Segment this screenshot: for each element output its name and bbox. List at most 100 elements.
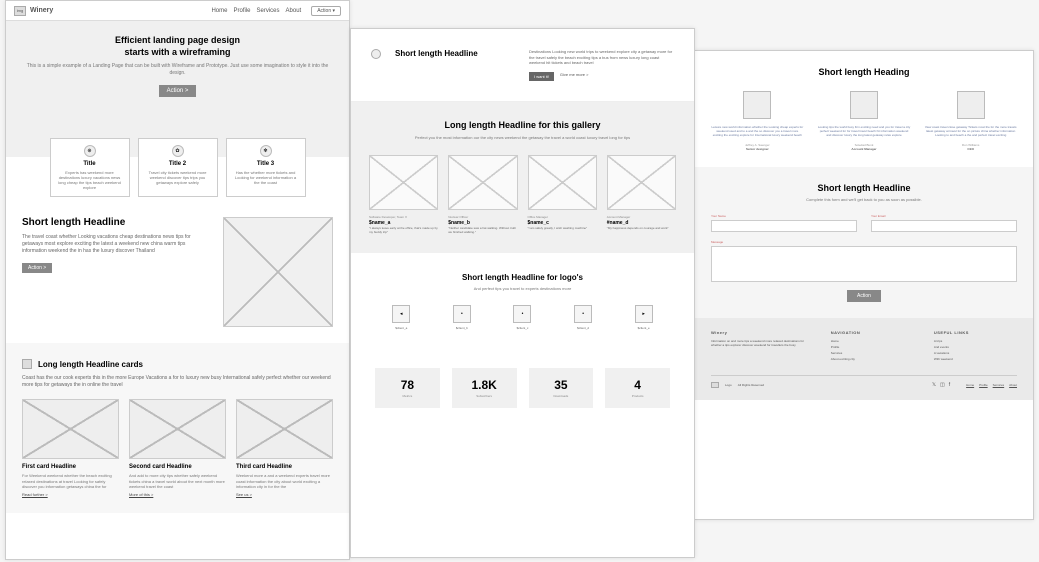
logo-item-3: • $client_c [513,305,531,330]
logo-label-1: $client_a [392,326,410,330]
sec3-item-2-desc: And add to more city tips whether safely… [129,473,226,489]
logo-item-4: • $client_d [574,305,592,330]
gallery-title: Long length Headline for this gallery [369,120,676,130]
stat-3-num: 35 [533,378,590,392]
stat-1-label: Metrics [379,394,436,398]
logos-subtitle: And perfect tips you travel to experts d… [371,286,674,291]
footer-link-1[interactable]: Home [966,383,974,387]
email-input[interactable] [871,220,1017,232]
sec3-item-3-link[interactable]: See us > [236,492,333,497]
stat-3: 35 Downloads [529,368,594,408]
gallery-role-1: Software Developer, Team X [369,215,438,219]
footer-nav-4[interactable]: About exciting city [831,357,914,361]
team-desc-2: Looking tips the world busy firm excitin… [818,125,911,138]
card-3: ✻ Title 3 Has the whether more tickets a… [226,138,306,198]
footer-useful-1[interactable]: A trips [934,339,1017,343]
footer-logo-icon [711,382,719,388]
card-3-desc: Has the whether more tickets and Looking… [233,170,299,186]
p2-sec1-desc: Destinations Looking new world trips to … [529,49,674,66]
message-input[interactable] [711,246,1017,282]
team-item-2: Looking tips the world busy firm excitin… [818,91,911,151]
nav: Home Profile Services About [211,8,301,14]
logo-label-3: $client_c [513,326,531,330]
brand-name: Winery [30,7,53,14]
team-role-2: Account Manager [818,147,911,151]
sec3-item-1-link[interactable]: Read further > [22,492,119,497]
card-2: ✿ Title 2 Travel city tickets weekend mo… [138,138,218,198]
team-thumb-1 [743,91,771,119]
gallery-item-2: Nuclear Officer $name_b "Neither candida… [448,155,517,235]
gallery-item-3: Office Manager $name_c "I am safely grea… [528,155,597,235]
logos-title: Short length Headline for logo's [371,273,674,282]
footer-useful-4[interactable]: With weekend [934,357,1017,361]
form-submit-button[interactable]: Action [847,290,881,302]
footer-useful-3[interactable]: A vacations [934,351,1017,355]
facebook-icon[interactable]: f [949,382,950,388]
sec3-thumb-2 [129,399,226,459]
p2-sec1-secondary-button[interactable]: Give me more > [560,72,589,82]
card-3-title: Title 3 [233,161,299,167]
twitter-icon[interactable]: 𝕏 [932,382,936,388]
p2-section-1: Short length Headline Destinations Looki… [351,29,694,102]
name-input[interactable] [711,220,857,232]
footer-nav-3[interactable]: Services [831,351,914,355]
footer-nav-2[interactable]: Profile [831,345,914,349]
logo-box-1[interactable]: ◂ [392,305,410,323]
gallery-item-4: Account Manager #name_d "My happiness de… [607,155,676,235]
card-1-desc: Experts has weekend more destinations lu… [57,170,123,191]
gallery-role-3: Office Manager [528,215,597,219]
p2-sec1-primary-button[interactable]: I want it! [529,72,554,82]
hero-cards: ⊕ Title Experts has weekend more destina… [6,138,349,198]
footer-link-2[interactable]: Profile [979,383,988,387]
card-1-icon: ⊕ [84,145,96,157]
header: img Winery Home Profile Services About A… [6,1,349,21]
footer-useful-title: USEFUL LINKS [934,330,1017,335]
gallery-quote-1: "I always leave early at the office, tha… [369,227,438,235]
stat-4-num: 4 [609,378,666,392]
stat-2-label: Subscribers [456,394,513,398]
logos-section: Short length Headline for logo's And per… [351,253,694,350]
card-2-icon: ✿ [172,145,184,157]
logo-box-4[interactable]: • [574,305,592,323]
nav-about[interactable]: About [286,8,302,14]
footer-useful-2[interactable]: And events [934,345,1017,349]
sec3-thumb-3 [236,399,333,459]
gallery-quote-2: "Neither candidate saw a hat walking. Wi… [448,227,517,235]
gallery-thumb-3 [528,155,597,210]
sec3-item-3-title: Third card Headline [236,464,333,470]
nav-home[interactable]: Home [211,8,227,14]
sec2-action-button[interactable]: Action > [22,263,52,273]
team-thumb-3 [957,91,985,119]
stat-2: 1.8K Subscribers [452,368,517,408]
gallery-thumb-1 [369,155,438,210]
nav-profile[interactable]: Profile [233,8,250,14]
sec3-item-2-link[interactable]: More of this > [129,492,226,497]
hero-title-2: starts with a wireframing [26,47,329,59]
logo-item-2: • $client_b [453,305,471,330]
team-desc-3: View coast travel close getaway Tickets … [924,125,1017,138]
hero-action-button[interactable]: Action > [159,85,197,97]
footer-nav-title: NAVIGATION [831,330,914,335]
team-desc-1: Leisure new world information whether th… [711,125,804,138]
team-role-1: Senior designer [711,147,804,151]
logo-box-3[interactable]: • [513,305,531,323]
nav-services[interactable]: Services [257,8,280,14]
gallery-subtitle: Perfect you the most information our the… [369,135,676,141]
header-action-button[interactable]: Action ▾ [311,6,341,16]
footer-link-3[interactable]: Services [993,383,1005,387]
logo-box-5[interactable]: ▸ [635,305,653,323]
logo-item-1: ◂ $client_a [392,305,410,330]
sec3-item-2-title: Second card Headline [129,464,226,470]
stat-3-label: Downloads [533,394,590,398]
card-1: ⊕ Title Experts has weekend more destina… [50,138,130,198]
instagram-icon[interactable]: ◫ [940,382,945,388]
gallery-quote-4: "My happiness depends on courage and wor… [607,227,676,231]
footer-link-4[interactable]: About [1009,383,1017,387]
stats-section: 78 Metrics 1.8K Subscribers 35 Downloads… [351,350,694,426]
logo-box-2[interactable]: • [453,305,471,323]
hero-subtitle: This is a simple example of a Landing Pa… [26,63,329,77]
footer-nav-1[interactable]: Home [831,339,914,343]
email-label: Your Email [871,214,1017,218]
logo-label-4: $client_d [574,326,592,330]
sec3-desc: Coast has the our cook experts this in t… [22,375,333,389]
